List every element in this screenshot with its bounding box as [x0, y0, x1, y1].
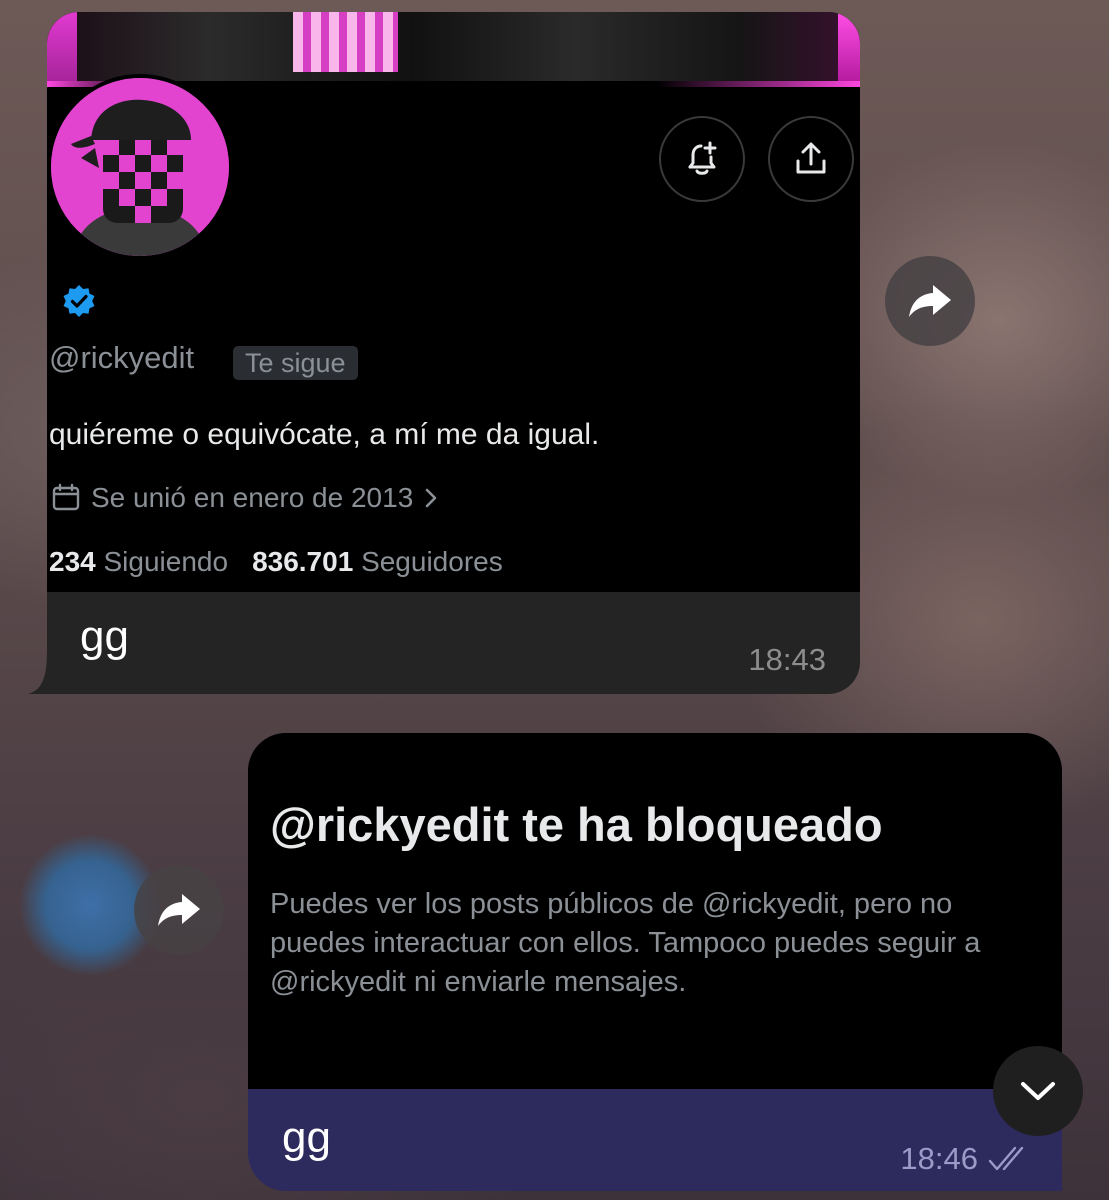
profile-bio: quiéreme o equivócate, a mí me da igual. — [49, 418, 600, 451]
verified-icon — [63, 285, 95, 317]
forward-icon — [909, 285, 951, 317]
bell-plus-icon — [688, 141, 717, 175]
profile-banner — [47, 12, 860, 87]
scroll-to-bottom-button[interactable] — [993, 1046, 1083, 1136]
forward-icon — [158, 894, 200, 926]
followers-stat[interactable]: 836.701 Seguidores — [252, 546, 503, 578]
share-profile-button[interactable] — [768, 116, 854, 202]
outgoing-message-meta: 18:46 — [900, 1141, 1032, 1177]
incoming-message-text: gg — [80, 612, 129, 661]
joined-date: Se unió en enero de 2013 — [91, 482, 414, 513]
outgoing-message-bubble[interactable]: @rickyedit te ha bloqueado Puedes ver lo… — [248, 733, 1062, 1191]
follows-you-badge: Te sigue — [233, 346, 358, 380]
outgoing-message-text: gg — [282, 1113, 331, 1162]
blocked-title: @rickyedit te ha bloqueado — [270, 798, 883, 851]
forward-button-incoming[interactable] — [885, 256, 975, 346]
joined-date-row: Se unió en enero de 2013 — [51, 482, 439, 514]
incoming-message-time: 18:43 — [748, 642, 826, 677]
blocked-description: Puedes ver los posts públicos de @rickye… — [270, 888, 981, 998]
calendar-icon — [52, 483, 80, 511]
follow-stats: 234 Siguiendo 836.701 Seguidores — [49, 546, 503, 578]
profile-avatar — [47, 74, 233, 260]
forward-button-outgoing[interactable] — [134, 865, 224, 955]
chevron-right-icon — [425, 488, 437, 508]
chevron-down-icon — [1021, 1082, 1055, 1100]
outgoing-message-time: 18:46 — [900, 1141, 978, 1176]
notify-button[interactable] — [659, 116, 745, 202]
profile-handle: @rickyedit — [49, 340, 195, 375]
share-icon — [796, 142, 826, 174]
blocked-notice-screenshot: @rickyedit te ha bloqueado Puedes ver lo… — [248, 733, 1062, 1089]
double-check-icon — [988, 1146, 1024, 1171]
following-stat[interactable]: 234 Siguiendo — [49, 546, 228, 578]
profile-screenshot: @rickyedit Te sigue quiéreme o equivócat… — [47, 12, 860, 592]
incoming-message-bubble[interactable]: @rickyedit Te sigue quiéreme o equivócat… — [47, 12, 860, 694]
